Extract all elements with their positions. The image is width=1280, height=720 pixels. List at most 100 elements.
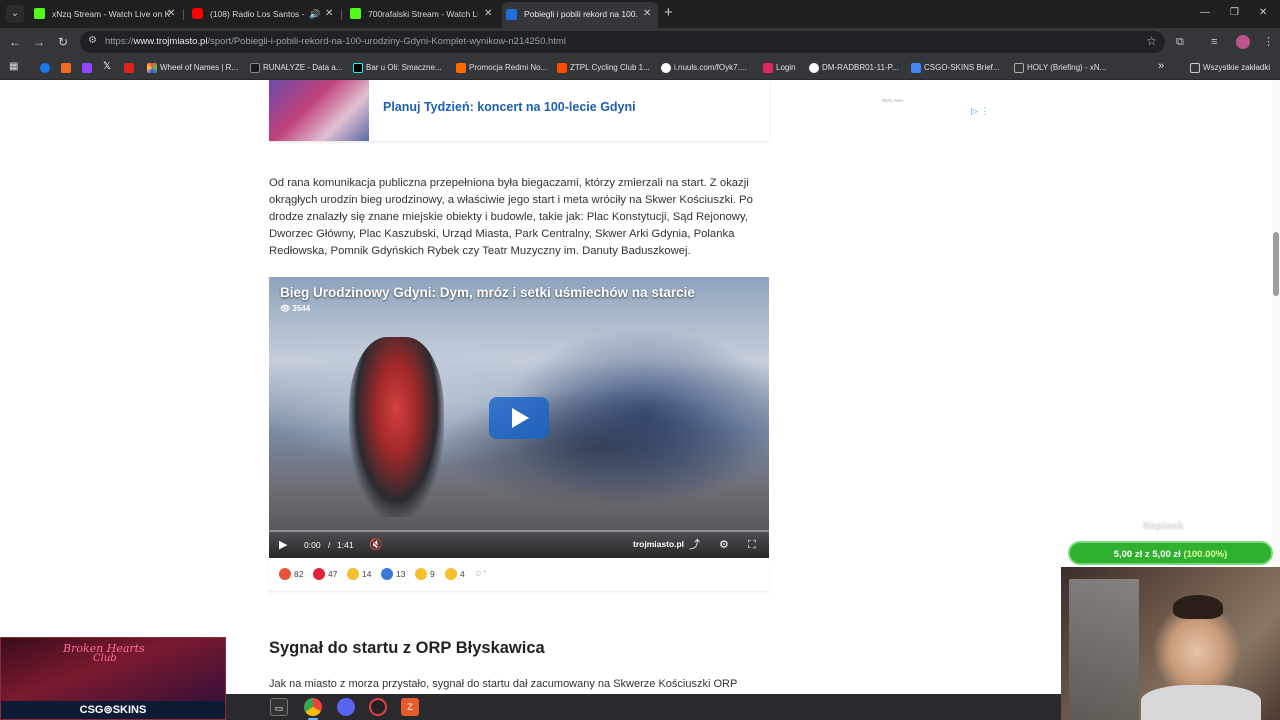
article-paragraph: Jak na miasto z morza przystało, sygnał … <box>269 678 738 690</box>
tab-pobiegli-active[interactable]: Pobiegli i pobili rekord na 100. <box>502 2 658 28</box>
fullscreen-icon[interactable]: ⛶ <box>748 537 756 553</box>
webcam-feed <box>1061 567 1280 720</box>
share-icon[interactable]: ⤴ <box>689 537 700 553</box>
angry-reaction-icon <box>279 568 291 580</box>
video-player[interactable]: Bieg Urodzinowy Gdyni: Dym, mróz i setki… <box>269 277 769 558</box>
reaction-count: 82 <box>294 569 304 579</box>
webcam-background <box>1069 579 1139 720</box>
reaction-count: 9 <box>430 569 435 579</box>
reaction-count: 47 <box>328 569 338 579</box>
bookmark-star-icon[interactable]: ☆ <box>1146 34 1157 48</box>
bookmark-nuuls[interactable]: i.nuuls.com/fOyk7.... <box>661 61 746 75</box>
play-icon[interactable]: ▶ <box>279 537 287 553</box>
bookmark-dm-radbr[interactable]: DM-RADBR01-11-P... <box>809 61 899 75</box>
site-info-icon[interactable]: ⚙ <box>88 35 97 46</box>
big-play-button[interactable] <box>489 397 549 439</box>
terminal-icon[interactable]: ▭ <box>270 698 288 716</box>
apps-icon[interactable]: ▦ <box>9 61 19 72</box>
mute-icon[interactable]: 🔇 <box>369 537 383 553</box>
tab-bar: ⌄ xNzq Stream - Watch Live on K ✕ (108) … <box>0 0 1280 28</box>
sponsor-brand: CSG⊚SKINS <box>79 704 147 716</box>
bookmark-login[interactable]: Login <box>763 61 796 75</box>
chevron-right-icon[interactable]: » <box>1158 60 1168 72</box>
obs-icon[interactable] <box>369 698 387 716</box>
youtube-bookmark-icon[interactable] <box>124 63 134 73</box>
bookmark-ztpl-cycling[interactable]: ZTPL Cycling Club 1... <box>557 61 650 75</box>
donate-label: Napiwek <box>1143 521 1184 532</box>
profile-avatar[interactable] <box>1236 35 1250 49</box>
tab-xnzq-stream[interactable]: xNzq Stream - Watch Live on K <box>30 4 170 24</box>
close-window-icon[interactable]: ✕ <box>1259 6 1267 20</box>
video-time-total: 1:41 <box>337 540 354 550</box>
reaction-item[interactable]: 82 <box>279 568 303 580</box>
video-brand-logo[interactable]: trojmiasto.pl <box>633 539 684 549</box>
media-control-icon[interactable]: ≡ <box>1211 35 1217 49</box>
stream-sponsor-overlay: Broken Hearts Club CSG⊚SKINS <box>0 637 226 720</box>
tab-radio-los-santos[interactable]: (108) Radio Los Santos - GT <box>188 4 306 24</box>
tab-search-icon[interactable]: ⌄ <box>6 5 24 23</box>
reaction-item[interactable]: 4 <box>445 568 465 580</box>
taskbar: ▭ Z <box>226 694 1061 720</box>
ad-label: REKLAMA <box>882 98 904 103</box>
video-title[interactable]: Bieg Urodzinowy Gdyni: Dym, mróz i setki… <box>280 285 695 300</box>
close-icon[interactable]: ✕ <box>167 7 175 21</box>
twitch-icon[interactable] <box>82 63 92 73</box>
close-icon[interactable]: ✕ <box>325 7 333 21</box>
related-article-thumbnail[interactable] <box>269 80 369 141</box>
video-views: 👁 3544 <box>280 304 311 313</box>
bookmark-csgo-skins-brief[interactable]: CSGO-SKINS Brief... <box>911 61 1000 75</box>
chrome-icon[interactable] <box>304 698 322 716</box>
bookmark-wheel-of-names[interactable]: Wheel of Names | R... <box>147 61 238 75</box>
url-text: https://www.trojmiasto.pl/sport/Pobiegli… <box>105 36 566 47</box>
video-frame-crowd <box>439 387 759 507</box>
sad-reaction-icon <box>415 568 427 580</box>
reactions-bar: 82 47 14 13 9 4 <box>269 560 769 592</box>
close-icon[interactable]: ✕ <box>643 7 651 21</box>
bookmark-runalyze[interactable]: RUNALYZE - Data a... <box>250 61 342 75</box>
back-icon[interactable]: ← <box>7 34 23 50</box>
reaction-count: 14 <box>362 569 372 579</box>
video-controls: ▶ 0:00 / 1:41 🔇 trojmiasto.pl ⤴ ⚙ ⛶ <box>269 532 769 558</box>
bookmark-holy-briefing[interactable]: HOLY (Briefing) - xN... <box>1014 61 1106 75</box>
reaction-item[interactable]: 14 <box>347 568 371 580</box>
reaction-item[interactable]: 9 <box>415 568 435 580</box>
new-tab-icon[interactable]: + <box>664 5 673 21</box>
restore-icon[interactable]: ❐ <box>1230 6 1239 20</box>
kick-icon <box>34 8 45 19</box>
reaction-item[interactable]: 13 <box>381 568 405 580</box>
bookmark-bar-u-oli[interactable]: Bar u Oli: Smaczne... <box>353 61 442 75</box>
reaction-item[interactable]: 47 <box>313 568 337 580</box>
kick-icon <box>350 8 361 19</box>
address-bar[interactable]: ⚙ https://www.trojmiasto.pl/sport/Pobieg… <box>80 31 1165 53</box>
trojmiasto-icon <box>506 9 517 20</box>
discord-icon[interactable] <box>337 698 355 716</box>
reload-icon[interactable]: ↻ <box>55 34 71 50</box>
extensions-icon[interactable]: ⧉ <box>1176 35 1184 49</box>
laugh-reaction-icon <box>347 568 359 580</box>
minimize-icon[interactable]: — <box>1200 6 1210 20</box>
sponsor-bar: CSG⊚SKINS <box>1 701 225 719</box>
webcam-person-shirt <box>1141 685 1261 720</box>
video-time-current: 0:00 <box>304 540 321 550</box>
facebook-icon[interactable] <box>40 63 50 73</box>
close-icon[interactable]: ✕ <box>484 7 492 21</box>
section-heading: Sygnał do startu z ORP Błyskawica <box>269 639 545 657</box>
settings-gear-icon[interactable]: ⚙ <box>719 537 729 553</box>
x-icon[interactable]: 𝕏 <box>103 61 113 72</box>
all-bookmarks[interactable]: Wszystkie zakładki <box>1190 61 1270 75</box>
heart-reaction-icon <box>313 568 325 580</box>
strava-icon[interactable] <box>61 63 71 73</box>
app-icon[interactable]: Z <box>401 698 419 716</box>
speaker-icon[interactable]: 🔊 <box>309 7 320 21</box>
forward-icon[interactable]: → <box>31 34 47 50</box>
scrollbar-thumb[interactable] <box>1273 232 1279 296</box>
related-article-title[interactable]: Planuj Tydzień: koncert na 100-lecie Gdy… <box>383 100 636 114</box>
video-frame-runner <box>349 337 444 517</box>
menu-kebab-icon[interactable]: ⋮ <box>1263 35 1274 49</box>
tab-700rafalski-stream[interactable]: 700rafalski Stream - Watch Live <box>346 4 478 24</box>
bookmark-promocja-redmi[interactable]: Promocja Redmi No... <box>456 61 547 75</box>
adchoices-icon[interactable]: ▷ ⋮ <box>971 106 989 117</box>
like-reaction-icon <box>381 568 393 580</box>
add-reaction-icon[interactable]: ☺⁺ <box>474 567 487 579</box>
related-article-card[interactable]: Planuj Tydzień: koncert na 100-lecie Gdy… <box>269 80 769 141</box>
